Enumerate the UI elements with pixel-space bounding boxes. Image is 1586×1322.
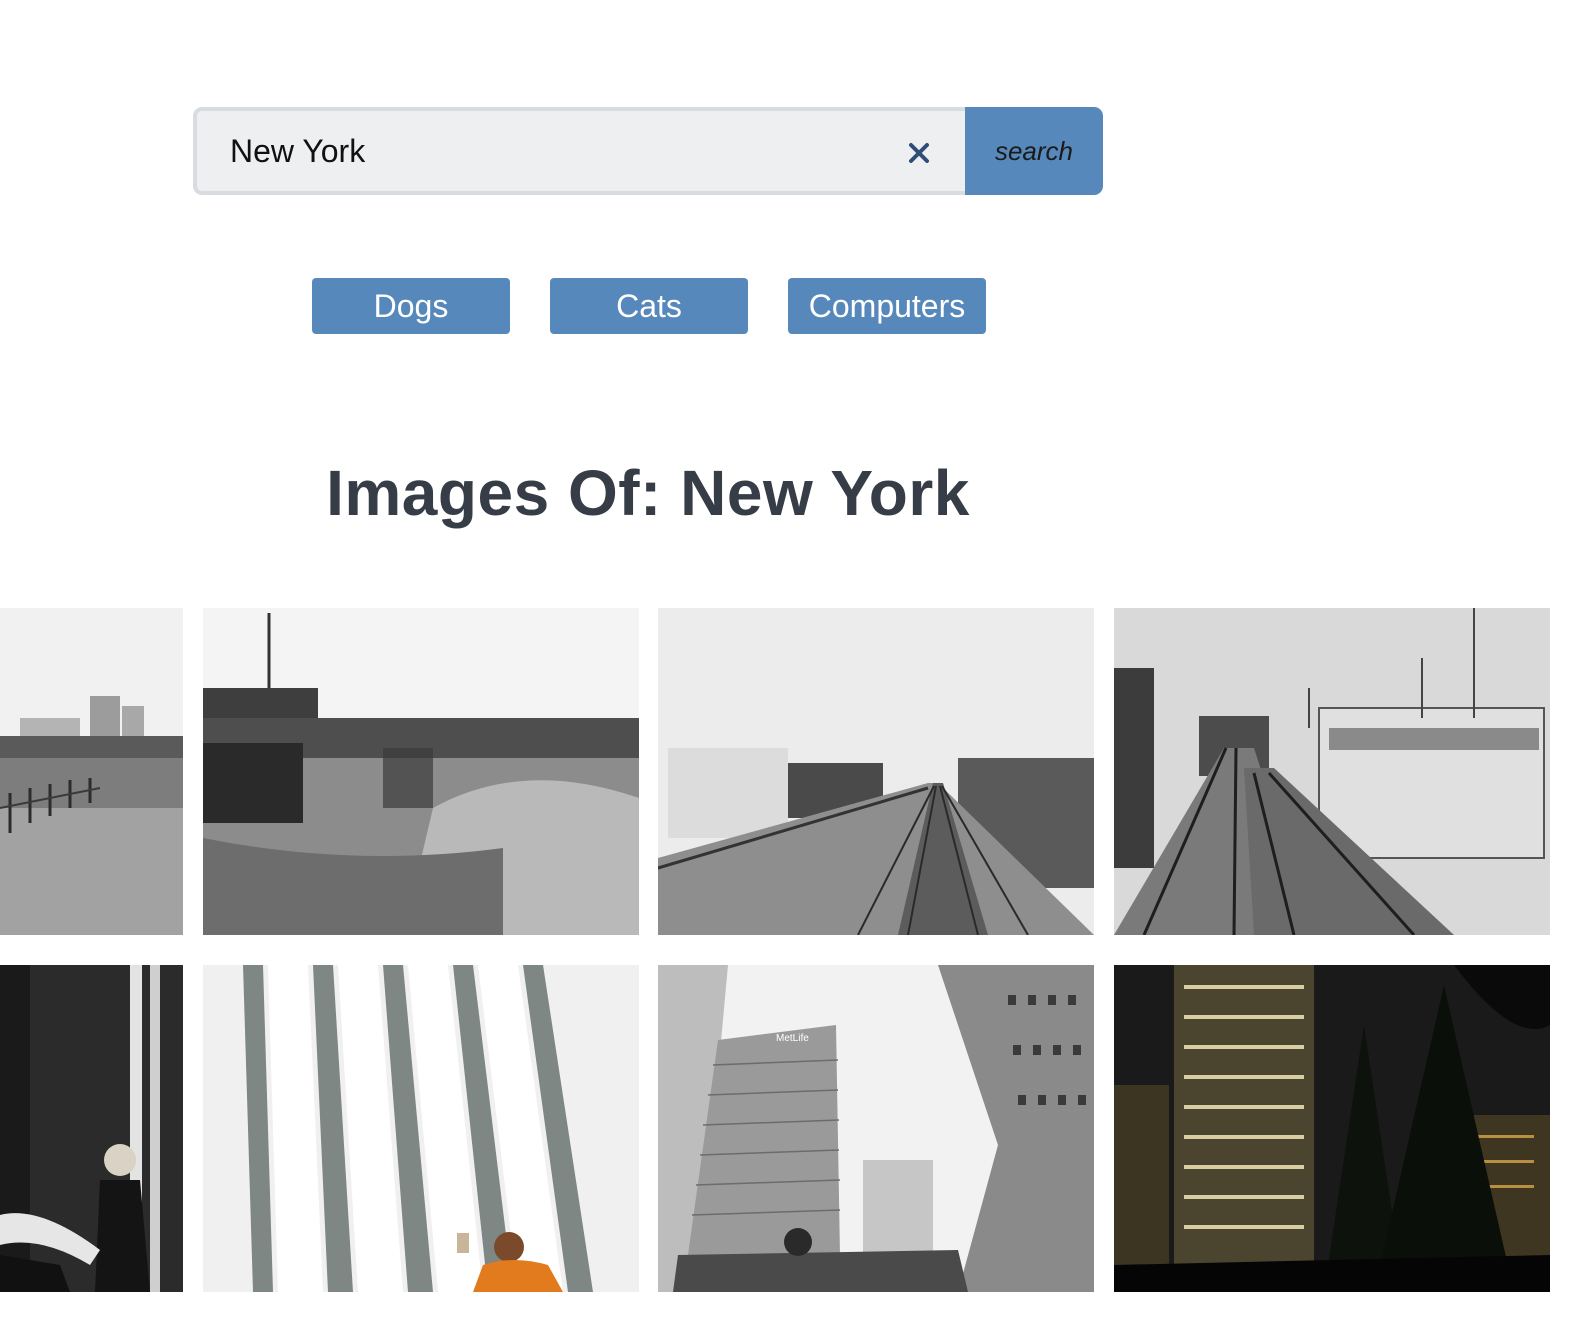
metlife-sign: MetLife [776, 1033, 809, 1044]
page: search Dogs Cats Computers Images Of: Ne… [0, 0, 1586, 1322]
search-box [193, 107, 965, 195]
image-railroad-tracks[interactable] [1114, 608, 1550, 935]
image-white-ribs-selfie[interactable] [203, 965, 639, 1292]
image-rail-yard-field[interactable] [0, 608, 183, 935]
search-button[interactable]: search [965, 107, 1103, 195]
image-street-figures[interactable] [0, 965, 183, 1292]
image-elevated-train[interactable] [658, 608, 1094, 935]
topic-button-dogs[interactable]: Dogs [312, 278, 510, 334]
search-input[interactable] [197, 111, 877, 191]
image-metlife-building[interactable]: MetLife [658, 965, 1094, 1292]
close-icon[interactable] [907, 141, 931, 165]
topic-button-computers[interactable]: Computers [788, 278, 986, 334]
image-rail-yard-shacks[interactable] [203, 608, 639, 935]
topic-button-cats[interactable]: Cats [550, 278, 748, 334]
image-night-skyscrapers[interactable] [1114, 965, 1550, 1292]
topic-buttons: Dogs Cats Computers [312, 278, 986, 334]
results-heading: Images Of: New York [326, 457, 970, 529]
image-grid: MetLife [0, 608, 1586, 1322]
search-form: search [193, 107, 1103, 195]
